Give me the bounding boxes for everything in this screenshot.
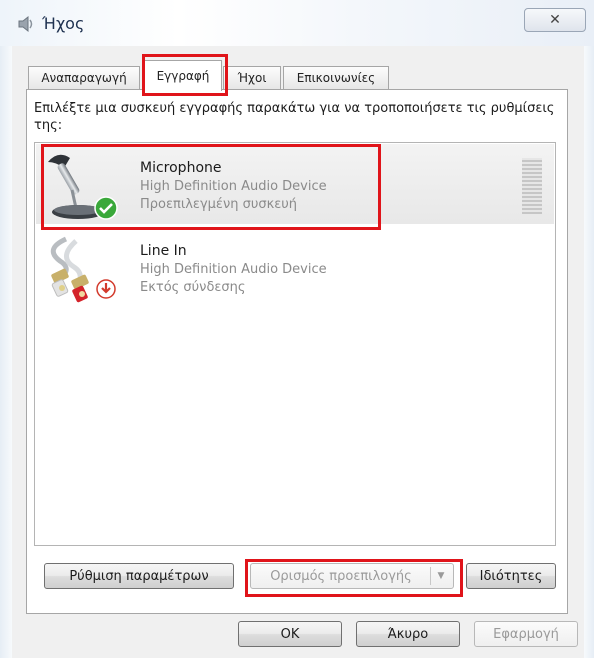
speaker-icon [18, 15, 33, 33]
list-item-line-in[interactable]: Line In High Definition Audio Device Εκτ… [36, 227, 554, 307]
tab-recording[interactable]: Εγγραφή [144, 60, 222, 91]
check-badge-icon [94, 196, 118, 220]
device-description: High Definition Audio Device [140, 179, 327, 194]
device-status: Προεπιλεγμένη συσκευή [140, 197, 298, 212]
split-separator [430, 567, 431, 585]
tab-playback[interactable]: Αναπαραγωγή [28, 66, 140, 89]
device-name: Line In [140, 243, 187, 259]
device-description: High Definition Audio Device [140, 262, 327, 277]
device-status: Εκτός σύνδεσης [140, 280, 246, 295]
apply-button[interactable]: Εφαρμογή [474, 621, 578, 647]
window-frame-right [584, 46, 594, 658]
chevron-down-icon[interactable]: ▼ [435, 570, 447, 582]
instruction-text: Επιλέξτε μια συσκευή εγγραφής παρακάτω γ… [34, 101, 555, 133]
set-default-button[interactable]: Ορισμός προεπιλογής ▼ [250, 563, 454, 589]
cancel-button[interactable]: Άκυρο [356, 621, 460, 647]
window-frame-left [0, 46, 12, 658]
tab-sounds[interactable]: Ήχοι [223, 66, 281, 89]
list-item-microphone[interactable]: Microphone High Definition Audio Device … [36, 144, 554, 224]
device-list[interactable]: Microphone High Definition Audio Device … [34, 142, 556, 546]
configure-button[interactable]: Ρύθμιση παραμέτρων [44, 563, 234, 589]
title-bar: Ήχος ✕ [0, 0, 594, 46]
volume-level-meter [522, 158, 542, 214]
close-button[interactable]: ✕ [524, 8, 586, 32]
properties-button[interactable]: Ιδιότητες [466, 563, 556, 589]
unplugged-badge-icon [96, 279, 116, 299]
window-title: Ήχος [42, 14, 85, 33]
set-default-label: Ορισμός προεπιλογής [270, 568, 412, 584]
ok-button[interactable]: OK [238, 621, 342, 647]
close-icon: ✕ [549, 12, 561, 28]
tab-communications[interactable]: Επικοινωνίες [283, 66, 389, 89]
device-name: Microphone [140, 160, 222, 176]
